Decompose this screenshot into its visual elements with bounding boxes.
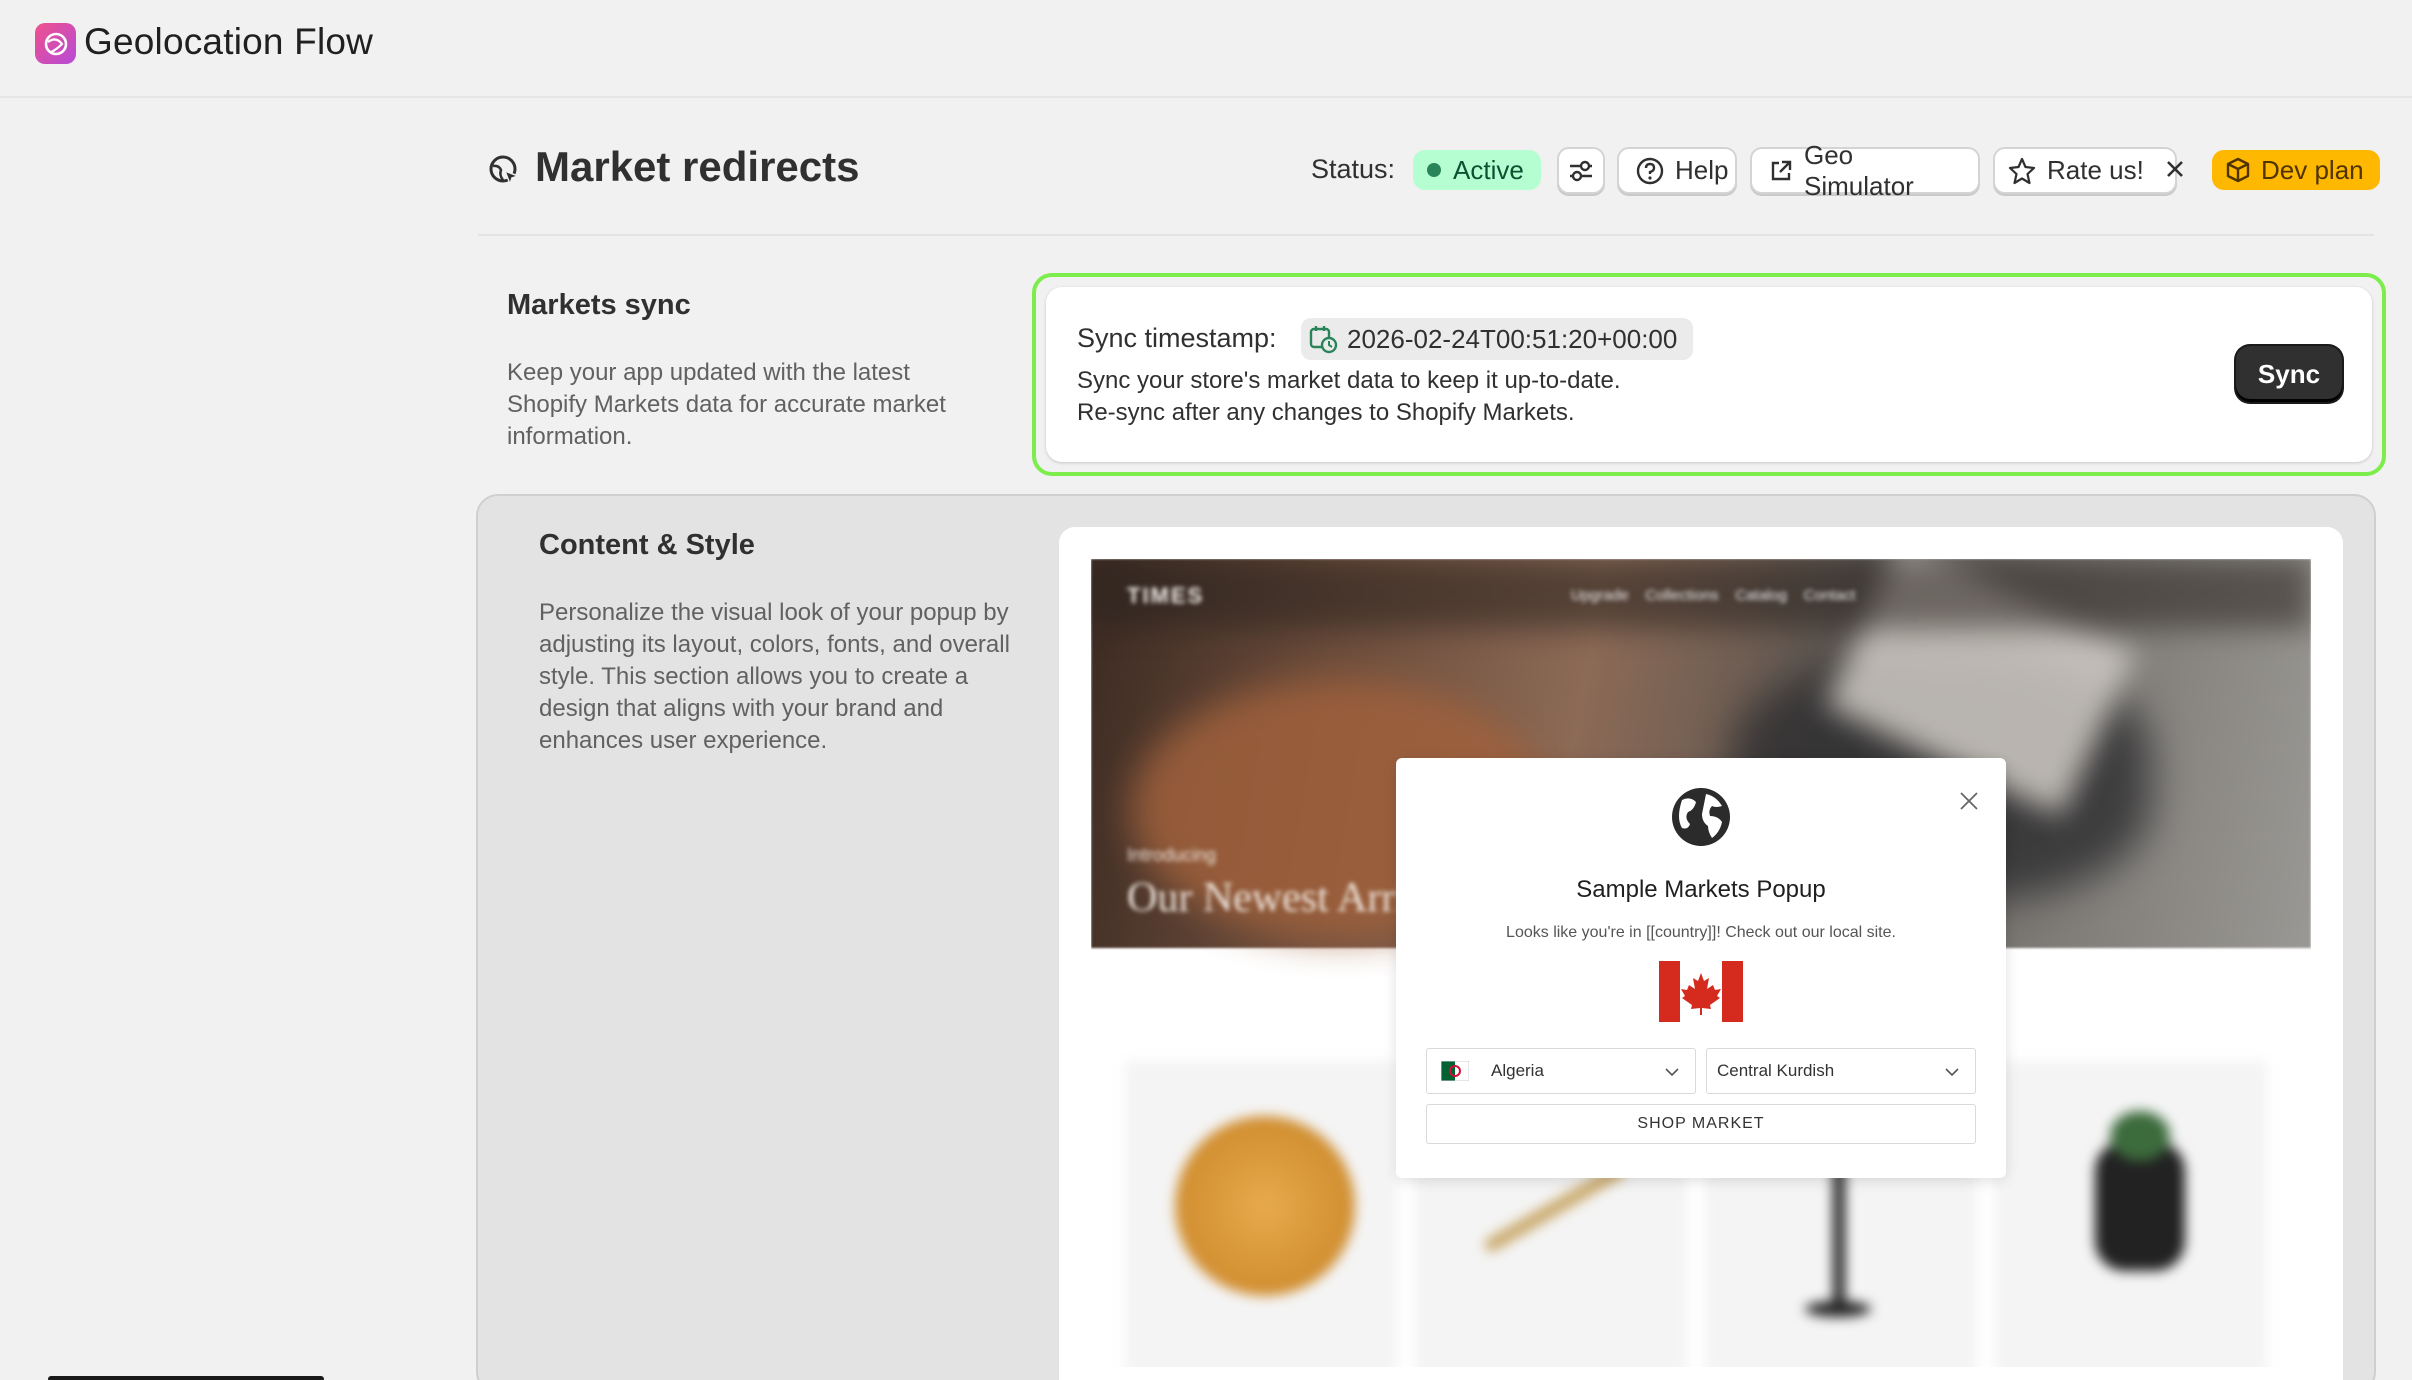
language-select-value: Central Kurdish	[1717, 1061, 1835, 1080]
bottom-scroll-indicator	[48, 1376, 324, 1380]
sliders-icon	[1570, 160, 1592, 181]
sync-timestamp-pill: 2026-02-24T00:51:20+00:00	[1301, 318, 1694, 360]
rate-label: Rate us!	[2047, 155, 2144, 185]
sync-card: Sync timestamp: 2026-02-24T00:51:20+00:0…	[1046, 287, 2372, 462]
sync-button[interactable]: Sync	[2236, 346, 2342, 402]
country-select[interactable]: Algeria	[1426, 1048, 1696, 1094]
markets-sync-title: Markets sync	[507, 289, 691, 321]
status-dot	[1427, 163, 1441, 177]
calendar-clock-icon	[1309, 326, 1338, 354]
preview-nav: Upgrade Collections Catalog Contact	[1571, 587, 1856, 604]
app-logo-icon	[35, 23, 76, 64]
chevron-down-icon	[1945, 1068, 1959, 1077]
shop-market-button[interactable]: SHOP MARKET	[1426, 1104, 1976, 1144]
external-link-icon	[1771, 160, 1792, 180]
globe-icon	[1672, 788, 1730, 846]
question-circle-icon	[1636, 157, 1664, 184]
geo-simulator-button[interactable]: Geo Simulator	[1750, 140, 1980, 201]
algeria-flag-icon	[1441, 1061, 1469, 1081]
geo-simulator-label: Geo Simulator	[1804, 139, 1914, 201]
header-divider	[478, 234, 2374, 236]
settings-button[interactable]	[1557, 147, 1605, 194]
close-icon[interactable]	[2160, 154, 2190, 184]
sync-description-line2: Re-sync after any changes to Shopify Mar…	[1077, 399, 1575, 426]
help-label: Help	[1675, 155, 1729, 185]
star-icon	[2008, 157, 2036, 184]
globe-cursor-icon	[489, 155, 521, 187]
status-value: Active	[1453, 154, 1524, 185]
preview-hero-subtitle: Introducing	[1127, 845, 1217, 865]
popup-close-icon[interactable]	[1956, 788, 1982, 814]
app-bar: Geolocation Flow	[0, 0, 2412, 98]
language-select[interactable]: Central Kurdish	[1706, 1048, 1976, 1094]
popup-text: Looks like you're in [[country]]! Check …	[1506, 924, 1896, 941]
sync-description-line1: Sync your store's market data to keep it…	[1077, 367, 1621, 394]
dev-plan-badge[interactable]: Dev plan	[2212, 150, 2380, 190]
status-label: Status:	[1311, 154, 1396, 184]
markets-popup: Sample Markets Popup Looks like you're i…	[1396, 758, 2006, 1178]
markets-sync-description: Keep your app updated with the latest Sh…	[507, 359, 946, 450]
app-title: Geolocation Flow	[84, 21, 374, 62]
country-select-value: Algeria	[1491, 1061, 1544, 1080]
page-title: Market redirects	[535, 143, 860, 190]
sync-timestamp-label: Sync timestamp:	[1077, 323, 1277, 353]
content-style-title: Content & Style	[539, 529, 755, 561]
rate-button[interactable]: Rate us!	[1993, 147, 2177, 194]
status-badge: Active	[1413, 150, 1541, 190]
content-style-description: Personalize the visual look of your popu…	[539, 599, 1010, 754]
help-button[interactable]: Help	[1617, 147, 1737, 194]
canada-flag-icon	[1659, 961, 1743, 1022]
box-icon	[2226, 157, 2250, 183]
preview-store-logo: TIMES	[1127, 583, 1205, 608]
chevron-down-icon	[1665, 1068, 1679, 1077]
popup-title: Sample Markets Popup	[1576, 876, 1826, 903]
sync-timestamp-value: 2026-02-24T00:51:20+00:00	[1347, 323, 1678, 354]
dev-plan-label: Dev plan	[2261, 154, 2364, 185]
